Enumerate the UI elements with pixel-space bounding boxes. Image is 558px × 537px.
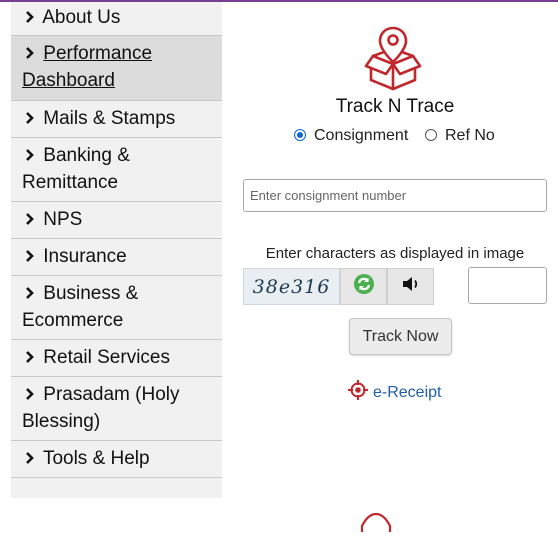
sidebar-item-label: Mails & Stamps: [43, 108, 176, 129]
captcha-instruction: Enter characters as displayed in image: [265, 245, 525, 262]
sidebar-item-retail-services[interactable]: Retail Services: [11, 340, 222, 377]
ereceipt-label: e-Receipt: [373, 384, 442, 401]
chevron-right-icon: [22, 349, 38, 365]
chevron-right-icon: [22, 211, 38, 227]
track-now-button[interactable]: Track Now: [349, 318, 452, 355]
sidebar-item-business-ecommerce[interactable]: Business & Ecommerce: [11, 276, 222, 340]
chevron-right-icon: [22, 450, 38, 466]
radio-label: Consignment: [314, 127, 409, 144]
speaker-icon: [401, 275, 421, 298]
captcha-audio-button[interactable]: [387, 268, 434, 305]
sidebar-item-label: About Us: [42, 7, 121, 28]
sidebar-item-nps[interactable]: NPS: [11, 202, 222, 239]
chevron-right-icon: [22, 45, 38, 61]
sidebar-item-label: Performance Dashboard: [22, 43, 153, 91]
chevron-right-icon: [22, 248, 38, 264]
sidebar-item-label: NPS: [43, 209, 83, 230]
sidebar-item-prasadam[interactable]: Prasadam (Holy Blessing): [11, 377, 222, 441]
sidebar-item-about-us[interactable]: About Us: [11, 2, 222, 36]
radio-ref-no[interactable]: Ref No: [425, 127, 495, 145]
sidebar-item-insurance[interactable]: Insurance: [11, 239, 222, 276]
chevron-right-icon: [22, 9, 38, 25]
sidebar-item-label: Retail Services: [43, 347, 170, 368]
captcha-image: 38e316: [243, 268, 340, 305]
radio-label: Ref No: [445, 127, 495, 144]
sidebar-item-mails-stamps[interactable]: Mails & Stamps: [11, 101, 222, 138]
partial-icon: [358, 512, 394, 532]
sidebar-item-label: Tools & Help: [42, 448, 150, 469]
radio-button[interactable]: [425, 129, 437, 141]
location-box-icon: [358, 22, 428, 92]
sidebar-item-performance-dashboard[interactable]: Performance Dashboard: [11, 36, 222, 101]
sidebar-item-tools-help[interactable]: Tools & Help: [11, 441, 222, 478]
chevron-right-icon: [22, 386, 38, 402]
sidebar: About Us Performance Dashboard Mails & S…: [11, 2, 222, 498]
ereceipt-link[interactable]: e-Receipt: [347, 379, 441, 406]
sidebar-item-label: Prasadam (Holy Blessing): [22, 384, 180, 432]
captcha-input[interactable]: [468, 267, 547, 304]
sidebar-item-label: Banking & Remittance: [22, 145, 130, 193]
chevron-right-icon: [22, 147, 38, 163]
captcha-refresh-button[interactable]: [340, 268, 387, 305]
refresh-icon: [353, 273, 375, 300]
chevron-right-icon: [22, 285, 38, 301]
sidebar-item-banking-remittance[interactable]: Banking & Remittance: [11, 138, 222, 202]
sidebar-item-label: Insurance: [43, 246, 127, 267]
radio-consignment[interactable]: Consignment: [294, 127, 408, 145]
sidebar-item-label: Business & Ecommerce: [22, 283, 139, 331]
chevron-right-icon: [22, 110, 38, 126]
radio-button-checked[interactable]: [294, 129, 306, 141]
crosshair-icon: [347, 379, 369, 406]
page-title: Track N Trace: [335, 96, 455, 117]
consignment-number-input[interactable]: [243, 179, 547, 212]
